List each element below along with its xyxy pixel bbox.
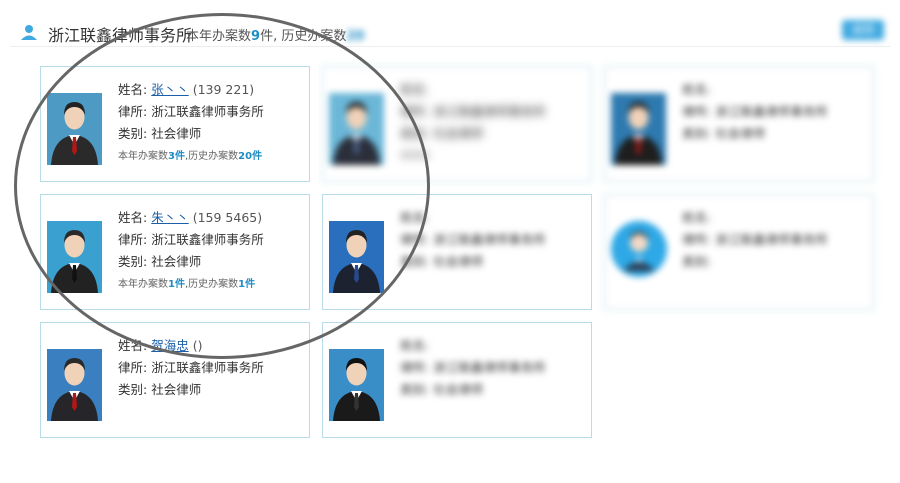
lawyer-firm: 浙江联鑫律师事务所 [433, 104, 546, 119]
lawyer-info: 姓名: 律所: 浙江联鑫律师事务所 类别: 社会律师 [682, 79, 867, 147]
lawyer-info: 姓名: 律所: 浙江联鑫律师事务所 类别: 社会律师本年办 [400, 79, 585, 162]
lawyer-card[interactable]: 姓名: 张丶丶 (139 221) 律所: 浙江联鑫律师事务所 类别: 社会律师本年… [40, 66, 310, 182]
firm-case-stats: 本年办案数9件, 历史办案数20 [186, 29, 365, 44]
type-row: 类别: 社会律师 [682, 126, 766, 141]
firm-row: 律所: 浙江联鑫律师事务所 [400, 232, 546, 247]
lawyer-card[interactable]: 姓名: 律所: 浙江联鑫律师事务所 类别: 社会律师 [322, 194, 592, 310]
type-row: 类别: 社会律师 [400, 126, 484, 141]
header-divider [10, 46, 890, 47]
lawyer-card[interactable]: 姓名: 朱丶丶 (159 5465) 律所: 浙江联鑫律师事务所 类别: 社会律师本… [40, 194, 310, 310]
lawyer-type: 社会律师 [151, 254, 202, 269]
lawyer-photo [329, 93, 384, 165]
lawyer-photo [47, 221, 102, 293]
name-row: 姓名: [682, 82, 712, 97]
lawyer-type: 社会律师 [715, 126, 766, 141]
lawyer-card[interactable]: 姓名: 律所: 浙江联鑫律师事务所 类别: 社会律师本年办 [322, 66, 592, 182]
lawyer-case-stats: 本年办案数1件,历史办案数1件 [118, 279, 256, 290]
name-row: 姓名: 朱丶丶 (159 5465) [118, 210, 263, 225]
lawyer-card[interactable]: 姓名: 贺海忠 () 律所: 浙江联鑫律师事务所 类别: 社会律师 [40, 322, 310, 438]
lawyer-photo [47, 93, 102, 165]
lawyer-card[interactable]: 姓名: 律所: 浙江联鑫律师事务所 类别: 社会律师 [322, 322, 592, 438]
name-row: 姓名: [400, 82, 430, 97]
lawyer-type: 社会律师 [433, 382, 484, 397]
lawyer-card[interactable]: 姓名: 律所: 浙江联鑫律师事务所 类别: [604, 194, 874, 310]
name-row: 姓名: 贺海忠 () [118, 338, 203, 353]
firm-row: 律所: 浙江联鑫律师事务所 [400, 104, 546, 119]
firm-row: 律所: 浙江联鑫律师事务所 [400, 360, 546, 375]
lawyer-card[interactable]: 姓名: 律所: 浙江联鑫律师事务所 类别: 社会律师 [604, 66, 874, 182]
lawyer-type: 社会律师 [433, 126, 484, 141]
lawyer-firm: 浙江联鑫律师事务所 [151, 232, 264, 247]
name-row: 姓名: [400, 338, 430, 353]
lawyer-info: 姓名: 律所: 浙江联鑫律师事务所 类别: 社会律师 [400, 335, 585, 403]
lawyer-phone: (159 5465) [192, 210, 263, 225]
firm-row: 律所: 浙江联鑫律师事务所 [118, 232, 264, 247]
back-button[interactable]: 返回 [842, 20, 884, 40]
lawyer-type: 社会律师 [433, 254, 484, 269]
type-row: 类别: 社会律师 [400, 382, 484, 397]
lawyer-name-link[interactable]: 朱丶丶 [151, 210, 189, 225]
type-row: 类别: 社会律师 [118, 382, 202, 397]
lawyer-name-link[interactable]: 贺海忠 [151, 338, 189, 353]
lawyer-info: 姓名: 朱丶丶 (159 5465) 律所: 浙江联鑫律师事务所 类别: 社会律师本… [118, 207, 303, 290]
name-row: 姓名: 张丶丶 (139 221) [118, 82, 255, 97]
lawyer-type: 社会律师 [151, 382, 202, 397]
lawyer-photo [329, 349, 384, 421]
type-row: 类别: 社会律师 [400, 254, 484, 269]
name-row: 姓名: [400, 210, 430, 225]
firm-title: 浙江联鑫律师事务所 [48, 26, 193, 45]
lawyer-firm: 浙江联鑫律师事务所 [433, 360, 546, 375]
lawyer-case-stats: 本年办 [400, 151, 430, 162]
person-icon [21, 25, 37, 40]
avatar-placeholder-icon [611, 221, 667, 277]
lawyer-info: 姓名: 律所: 浙江联鑫律师事务所 类别: [682, 207, 867, 275]
lawyer-type: 社会律师 [151, 126, 202, 141]
lawyer-firm: 浙江联鑫律师事务所 [151, 360, 264, 375]
lawyer-firm: 浙江联鑫律师事务所 [151, 104, 264, 119]
lawyer-case-stats: 本年办案数3件,历史办案数20件 [118, 151, 263, 162]
firm-row: 律所: 浙江联鑫律师事务所 [682, 232, 828, 247]
name-row: 姓名: [682, 210, 712, 225]
lawyer-firm: 浙江联鑫律师事务所 [715, 104, 828, 119]
lawyer-firm: 浙江联鑫律师事务所 [433, 232, 546, 247]
lawyer-phone: () [192, 338, 203, 353]
type-row: 类别: 社会律师 [118, 254, 202, 269]
firm-row: 律所: 浙江联鑫律师事务所 [118, 104, 264, 119]
lawyer-info: 姓名: 律所: 浙江联鑫律师事务所 类别: 社会律师 [400, 207, 585, 275]
lawyer-photo [47, 349, 102, 421]
lawyer-photo [329, 221, 384, 293]
lawyer-photo [609, 219, 669, 279]
firm-row: 律所: 浙江联鑫律师事务所 [682, 104, 828, 119]
page-header: 浙江联鑫律师事务所 本年办案数9件, 历史办案数20 返回 [0, 0, 900, 60]
lawyer-info: 姓名: 张丶丶 (139 221) 律所: 浙江联鑫律师事务所 类别: 社会律师本年… [118, 79, 303, 162]
lawyer-name-link[interactable]: 张丶丶 [151, 82, 189, 97]
firm-row: 律所: 浙江联鑫律师事务所 [118, 360, 264, 375]
type-row: 类别: [682, 254, 712, 269]
lawyer-info: 姓名: 贺海忠 () 律所: 浙江联鑫律师事务所 类别: 社会律师 [118, 335, 303, 403]
lawyer-firm: 浙江联鑫律师事务所 [715, 232, 828, 247]
lawyer-phone: (139 221) [192, 82, 255, 97]
lawyer-photo [611, 93, 666, 165]
type-row: 类别: 社会律师 [118, 126, 202, 141]
